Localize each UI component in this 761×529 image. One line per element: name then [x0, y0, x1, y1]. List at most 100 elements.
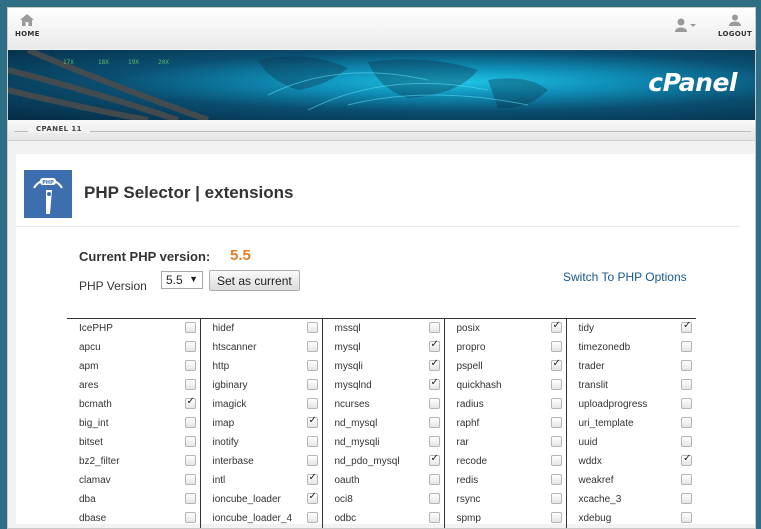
extension-checkbox[interactable]: [681, 320, 692, 333]
extension-item: recode: [445, 452, 566, 471]
user-menu[interactable]: [675, 18, 697, 37]
extension-checkbox[interactable]: [681, 360, 692, 371]
extension-checkbox[interactable]: [184, 379, 196, 390]
extension-checkbox[interactable]: [681, 436, 692, 447]
extension-checkbox[interactable]: [184, 396, 196, 409]
extension-checkbox[interactable]: [550, 455, 562, 466]
extension-checkbox[interactable]: [184, 360, 196, 371]
extension-name: bitset: [79, 437, 103, 448]
extension-cell: imagick: [200, 395, 323, 414]
extension-name: redis: [456, 475, 479, 486]
home-icon: [20, 14, 35, 26]
extension-checkbox[interactable]: [681, 341, 692, 352]
extension-name: odbc: [334, 513, 357, 524]
extension-checkbox[interactable]: [306, 472, 318, 485]
extension-checkbox[interactable]: [184, 455, 196, 466]
extension-checkbox[interactable]: [681, 512, 692, 523]
extension-checkbox[interactable]: [681, 493, 692, 504]
extension-checkbox[interactable]: [306, 341, 318, 352]
extension-checkbox[interactable]: [428, 322, 440, 333]
extension-item: posix: [445, 319, 566, 338]
extension-checkbox[interactable]: [550, 379, 562, 390]
extension-checkbox[interactable]: [428, 417, 440, 428]
extension-checkbox[interactable]: [681, 474, 692, 485]
extension-name: imagick: [212, 399, 247, 410]
extension-checkbox[interactable]: [428, 493, 440, 504]
current-version-value: 5.5: [230, 247, 251, 264]
extension-checkbox[interactable]: [306, 322, 318, 333]
extension-name: uri_template: [578, 418, 634, 429]
extension-checkbox[interactable]: [681, 453, 692, 466]
extension-checkbox[interactable]: [550, 436, 562, 447]
extension-cell: bz2_filter: [67, 452, 201, 471]
extension-item: mysqli: [323, 357, 444, 376]
extension-checkbox[interactable]: [184, 474, 196, 485]
extension-checkbox[interactable]: [550, 493, 562, 504]
extension-checkbox[interactable]: [681, 398, 692, 409]
extension-name: mysql: [334, 342, 361, 353]
extension-item: big_int: [67, 414, 200, 433]
extension-cell: xcache_3: [566, 490, 696, 509]
extension-name: uuid: [578, 437, 598, 448]
extension-checkbox[interactable]: [550, 341, 562, 352]
current-version-label: Current PHP version:: [79, 249, 211, 264]
extension-checkbox[interactable]: [550, 358, 562, 371]
extension-checkbox[interactable]: [184, 322, 196, 333]
extension-checkbox[interactable]: [184, 512, 196, 523]
logout-button[interactable]: LOGOUT: [718, 14, 752, 38]
extension-checkbox[interactable]: [681, 417, 692, 428]
extension-name: mysqlnd: [334, 380, 372, 391]
extension-cell: mysql: [322, 338, 445, 357]
extension-checkbox[interactable]: [550, 512, 562, 523]
extension-item: uploadprogress: [567, 395, 697, 414]
extension-checkbox[interactable]: [306, 415, 318, 428]
extension-cell: http: [200, 357, 323, 376]
extension-name: uploadprogress: [578, 399, 648, 410]
extension-checkbox[interactable]: [428, 377, 440, 390]
extension-item: translit: [567, 376, 697, 395]
extension-cell: wddx: [566, 452, 696, 471]
extension-checkbox[interactable]: [428, 512, 440, 523]
table-row: bz2_filter interbase nd_pdo_mysql recode wdd…: [67, 452, 696, 471]
extension-checkbox[interactable]: [428, 474, 440, 485]
extension-checkbox[interactable]: [184, 493, 196, 504]
extension-checkbox[interactable]: [550, 320, 562, 333]
version-bar: CPANEL 11: [8, 120, 755, 141]
php-version-select[interactable]: 5.5 ▼: [161, 271, 203, 289]
extension-checkbox[interactable]: [550, 398, 562, 409]
main-content: PHP PHP Selector | extensions Current PH…: [16, 154, 755, 528]
extension-item: trader: [567, 357, 697, 376]
table-row: IcePHP hidef mssql posix tidy: [67, 318, 696, 338]
extension-checkbox[interactable]: [306, 360, 318, 371]
extension-checkbox[interactable]: [428, 453, 440, 466]
extension-checkbox[interactable]: [306, 491, 318, 504]
extension-checkbox[interactable]: [681, 379, 692, 390]
extension-checkbox[interactable]: [428, 398, 440, 409]
extension-checkbox[interactable]: [428, 358, 440, 371]
extension-name: wddx: [578, 456, 602, 467]
extension-checkbox[interactable]: [550, 417, 562, 428]
switch-to-php-options-link[interactable]: Switch To PHP Options: [563, 270, 687, 284]
extension-checkbox[interactable]: [306, 455, 318, 466]
extension-checkbox[interactable]: [184, 417, 196, 428]
extension-item: oci8: [323, 490, 444, 509]
extension-checkbox[interactable]: [306, 436, 318, 447]
extension-cell: mssql: [322, 318, 445, 338]
svg-text:PHP: PHP: [42, 180, 54, 186]
extension-checkbox[interactable]: [306, 512, 318, 523]
extension-checkbox[interactable]: [184, 436, 196, 447]
extension-checkbox[interactable]: [184, 341, 196, 352]
set-as-current-button[interactable]: Set as current: [209, 270, 300, 291]
extension-name: ioncube_loader: [212, 494, 281, 505]
extension-cell: rsync: [444, 490, 567, 509]
extension-checkbox[interactable]: [306, 379, 318, 390]
extension-cell: posix: [444, 318, 567, 338]
extension-cell: uploadprogress: [566, 395, 696, 414]
extension-checkbox[interactable]: [550, 474, 562, 485]
extension-checkbox[interactable]: [306, 398, 318, 409]
extension-name: bz2_filter: [79, 456, 120, 467]
extension-item: redis: [445, 471, 566, 490]
home-button[interactable]: HOME: [15, 14, 40, 38]
extension-checkbox[interactable]: [428, 339, 440, 352]
extension-checkbox[interactable]: [428, 436, 440, 447]
